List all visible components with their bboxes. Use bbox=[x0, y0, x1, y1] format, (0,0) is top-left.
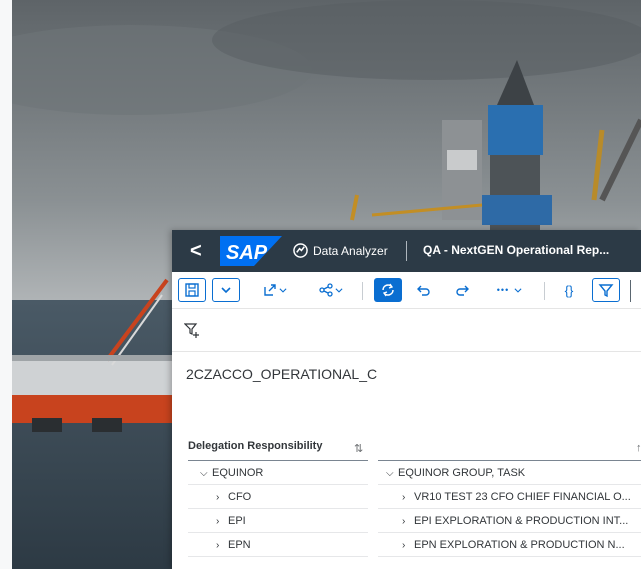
row-label: EPI EXPLORATION & PRODUCTION INT... bbox=[414, 515, 629, 527]
refresh-button[interactable] bbox=[374, 278, 402, 302]
column-header-description[interactable]: ↑ bbox=[378, 440, 641, 461]
title-separator bbox=[406, 241, 407, 261]
refresh-icon bbox=[382, 283, 394, 297]
chevron-down-icon bbox=[279, 288, 287, 293]
back-button[interactable]: < bbox=[190, 240, 202, 263]
chevron-right-icon[interactable]: › bbox=[402, 487, 414, 508]
save-menu-button[interactable] bbox=[212, 278, 240, 302]
sort-icon[interactable]: ↑ bbox=[636, 442, 641, 454]
dataset-name: 2CZACCO_OPERATIONAL_C bbox=[186, 366, 378, 382]
chevron-right-icon[interactable]: › bbox=[402, 511, 414, 532]
table-row-right[interactable]: ⌵ EQUINOR GROUP, TASK bbox=[378, 462, 641, 485]
chevron-right-icon[interactable]: › bbox=[216, 487, 228, 508]
save-button[interactable] bbox=[178, 278, 206, 302]
report-title[interactable]: QA - NextGEN Operational Rep... bbox=[423, 243, 609, 257]
toolbar-edge bbox=[630, 280, 631, 302]
chevron-right-icon[interactable]: › bbox=[216, 511, 228, 532]
toolbar-separator bbox=[544, 282, 545, 300]
table-row-left[interactable]: › EPI bbox=[188, 510, 368, 533]
row-label: EQUINOR GROUP, TASK bbox=[398, 467, 526, 479]
chevron-down-icon bbox=[335, 288, 343, 293]
export-button[interactable] bbox=[256, 278, 294, 302]
undo-button[interactable] bbox=[412, 278, 436, 302]
more-icon: ••• bbox=[496, 285, 510, 295]
toolbar-separator bbox=[362, 282, 363, 300]
add-filter-icon[interactable] bbox=[184, 322, 200, 338]
chevron-down-icon[interactable]: ⌵ bbox=[386, 463, 398, 484]
filter-button[interactable] bbox=[592, 278, 620, 302]
table-row-right[interactable]: › EPN EXPLORATION & PRODUCTION N... bbox=[378, 534, 641, 557]
curly-braces-icon: {} bbox=[564, 282, 574, 298]
save-icon bbox=[185, 283, 199, 297]
table-row-right[interactable]: › EPI EXPLORATION & PRODUCTION INT... bbox=[378, 510, 641, 533]
chevron-right-icon[interactable]: › bbox=[402, 535, 414, 556]
row-label: VR10 TEST 23 CFO CHIEF FINANCIAL O... bbox=[414, 491, 631, 503]
export-icon bbox=[264, 284, 276, 296]
shell-bar: < SAP Data Analyzer QA - NextGEN Operati… bbox=[172, 230, 641, 272]
filter-bar bbox=[172, 308, 641, 352]
formula-button[interactable]: {} bbox=[556, 278, 582, 302]
undo-icon bbox=[417, 285, 430, 296]
sap-logo: SAP bbox=[220, 236, 282, 266]
row-label: EPI bbox=[228, 515, 246, 527]
svg-text:SAP: SAP bbox=[226, 242, 268, 264]
share-button[interactable] bbox=[312, 278, 350, 302]
data-analyzer-window: < SAP Data Analyzer QA - NextGEN Operati… bbox=[172, 230, 641, 569]
row-label: EPN EXPLORATION & PRODUCTION N... bbox=[414, 539, 625, 551]
share-icon bbox=[319, 283, 333, 297]
chevron-down-icon[interactable]: ⌵ bbox=[200, 463, 212, 484]
chevron-right-icon[interactable]: › bbox=[216, 535, 228, 556]
row-label: EPN bbox=[228, 539, 251, 551]
table-row-left[interactable]: › CFO bbox=[188, 486, 368, 509]
column-header-label: Delegation Responsibility bbox=[188, 440, 323, 452]
app-title-label: Data Analyzer bbox=[313, 243, 388, 258]
row-label: CFO bbox=[228, 491, 252, 503]
sort-icon[interactable]: ⇅ bbox=[354, 442, 363, 455]
table-row-right[interactable]: › VR10 TEST 23 CFO CHIEF FINANCIAL O... bbox=[378, 486, 641, 509]
row-label: EQUINOR bbox=[212, 467, 264, 479]
data-analyzer-icon bbox=[293, 243, 308, 258]
chevron-down-icon bbox=[221, 287, 231, 294]
more-button[interactable]: ••• bbox=[488, 278, 532, 302]
toolbar: ••• {} bbox=[172, 272, 641, 308]
app-title[interactable]: Data Analyzer bbox=[293, 243, 388, 258]
column-header-delegation[interactable]: Delegation Responsibility ⇅ bbox=[188, 440, 368, 461]
redo-icon bbox=[456, 285, 469, 296]
table-row-left[interactable]: ⌵ EQUINOR bbox=[188, 462, 368, 485]
filter-icon bbox=[598, 284, 614, 298]
redo-button[interactable] bbox=[450, 278, 474, 302]
chevron-down-icon bbox=[514, 288, 522, 293]
table-row-left[interactable]: › EPN bbox=[188, 534, 368, 557]
